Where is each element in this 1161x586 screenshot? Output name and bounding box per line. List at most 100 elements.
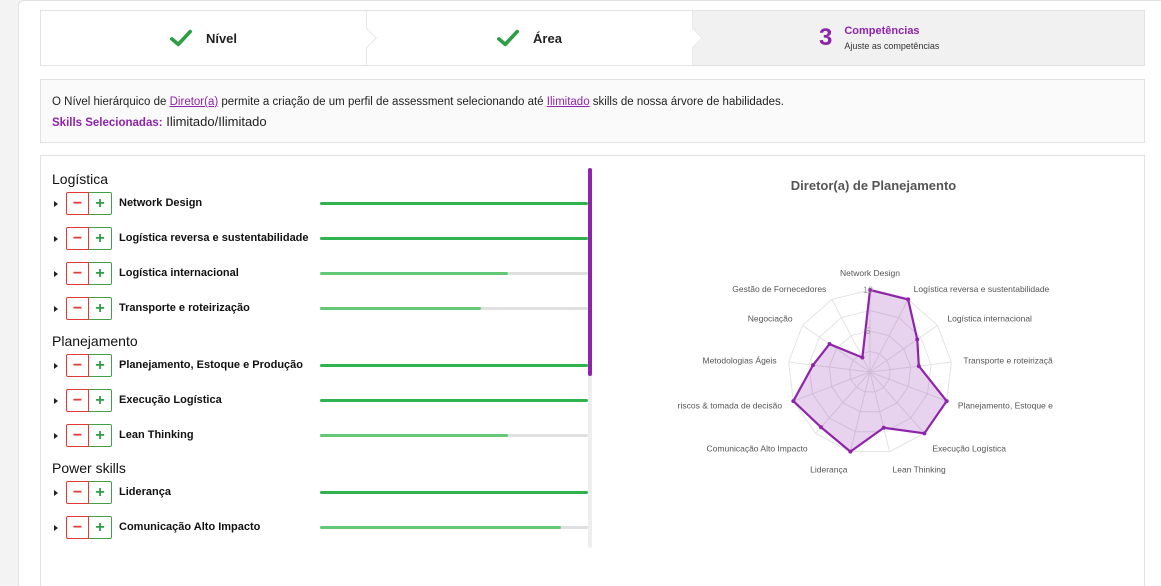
radar-axis-label: Transporte e roteirizaçã [963, 356, 1053, 366]
expand-caret-icon[interactable] [54, 398, 58, 404]
decrease-button[interactable]: − [66, 227, 89, 250]
wizard-stepper: Nível Área 3 Competências Ajuste as comp… [40, 10, 1145, 66]
radar-axis-label: Metodologias Ágeis [702, 356, 776, 366]
radar-tick-label: 10 [863, 285, 873, 295]
decrease-button[interactable]: − [66, 481, 89, 504]
skill-row: − + Execução Logística [52, 389, 592, 424]
radar-data-point [922, 431, 927, 436]
radar-axis-label: Logística internacional [947, 314, 1032, 324]
radar-tick-label: 5 [865, 326, 870, 336]
radar-axis-label: Liderança [810, 464, 848, 474]
skill-level-bar [320, 491, 588, 494]
decrease-button[interactable]: − [66, 516, 89, 539]
skill-level-fill [320, 491, 588, 494]
skill-name: Lean Thinking [119, 429, 194, 441]
competencies-panel: Logística − + Network Design − + Logística rev… [40, 155, 1145, 586]
skill-name: Logística internacional [119, 267, 239, 279]
skill-name: Transporte e roteirização [119, 302, 250, 314]
check-icon [497, 29, 520, 47]
radar-axis-label: Gestão de Fornecedores [732, 284, 826, 294]
radar-data-point [916, 364, 921, 369]
skill-level-bar [320, 399, 588, 402]
skill-name: Execução Logística [119, 394, 222, 406]
skill-row: − + Logística internacional [52, 262, 592, 297]
skill-name: Logística reversa e sustentabilidade [119, 232, 309, 244]
step-title: Competências [844, 25, 920, 37]
step-number: 3 [819, 24, 833, 51]
radar-axis-label: Network Design [840, 268, 900, 278]
increase-button[interactable]: + [89, 389, 112, 412]
expand-caret-icon[interactable] [54, 201, 58, 207]
category-heading: Planejamento [52, 333, 138, 349]
increase-button[interactable]: + [89, 354, 112, 377]
limit-link[interactable]: Ilimitado [547, 96, 590, 108]
level-link[interactable]: Diretor(a) [170, 96, 219, 108]
expand-caret-icon[interactable] [54, 525, 58, 531]
increase-button[interactable]: + [89, 481, 112, 504]
info-text: permite a criação de um perfil de assess… [218, 96, 547, 108]
skill-row: − + Comunicação Alto Impacto [52, 516, 592, 547]
skill-level-fill [320, 202, 588, 205]
radar-data-point [819, 425, 824, 430]
skill-level-fill [320, 399, 588, 402]
radar-data-point [827, 342, 832, 347]
scrollbar-thumb[interactable] [588, 168, 592, 376]
radar-axis-label: Execução Logística [932, 443, 1006, 453]
skill-level-bar [320, 526, 588, 529]
decrease-button[interactable]: − [66, 262, 89, 285]
skill-name: Network Design [119, 197, 203, 209]
increase-button[interactable]: + [89, 297, 112, 320]
radar-svg: 5 10 Network Design Logística reversa e sus… [678, 268, 1053, 474]
decrease-button[interactable]: − [66, 354, 89, 377]
increase-button[interactable]: + [89, 192, 112, 215]
radar-data-point [811, 363, 816, 368]
skill-level-bar [320, 272, 588, 275]
expand-caret-icon[interactable] [54, 433, 58, 439]
radar-axis-label: riscos & tomada de decisão [678, 400, 783, 410]
radar-chart: Diretor(a) de Planejamento 5 10 Network De… [601, 166, 1146, 586]
expand-caret-icon[interactable] [54, 271, 58, 277]
skill-level-bar [320, 237, 588, 240]
decrease-button[interactable]: − [66, 192, 89, 215]
skill-row: − + Network Design [52, 192, 592, 227]
expand-caret-icon[interactable] [54, 363, 58, 369]
skill-level-bar [320, 202, 588, 205]
info-text: O Nível hierárquico de [52, 96, 170, 108]
skill-row: − + Transporte e roteirização [52, 297, 592, 332]
skill-name: Liderança [119, 486, 171, 498]
step-nivel[interactable]: Nível [41, 11, 377, 65]
expand-caret-icon[interactable] [54, 236, 58, 242]
skill-level-fill [320, 272, 508, 275]
increase-button[interactable]: + [89, 424, 112, 447]
skill-level-fill [320, 307, 481, 310]
skill-level-fill [320, 434, 508, 437]
step-label: Área [533, 30, 562, 46]
expand-caret-icon[interactable] [54, 306, 58, 312]
category-heading: Logística [52, 171, 109, 187]
skill-level-bar [320, 364, 588, 367]
decrease-button[interactable]: − [66, 389, 89, 412]
skill-level-fill [320, 526, 562, 529]
radar-data-point [906, 297, 911, 302]
step-label: Nível [205, 30, 238, 46]
decrease-button[interactable]: − [66, 297, 89, 320]
decrease-button[interactable]: − [66, 424, 89, 447]
radar-axis-label: Comunicação Alto Impacto [707, 443, 808, 453]
skills-selected-label: Skills Selecionadas: [52, 117, 163, 129]
expand-caret-icon[interactable] [54, 490, 58, 496]
step-competencias[interactable]: 3 Competências Ajuste as competências [692, 11, 1144, 65]
skill-level-bar [320, 434, 588, 437]
skill-row: − + Liderança [52, 481, 592, 516]
radar-data-point [860, 355, 865, 360]
radar-series-area [791, 288, 949, 454]
increase-button[interactable]: + [89, 262, 112, 285]
skill-level-fill [320, 364, 588, 367]
info-text: skills de nossa árvore de habilidades. [589, 96, 784, 108]
skill-tree[interactable]: Logística − + Network Design − + Logística rev… [52, 170, 592, 547]
check-icon [169, 29, 192, 47]
skill-level-fill [320, 237, 588, 240]
increase-button[interactable]: + [89, 227, 112, 250]
step-area[interactable]: Área [366, 11, 703, 65]
increase-button[interactable]: + [89, 516, 112, 539]
skill-level-bar [320, 307, 588, 310]
